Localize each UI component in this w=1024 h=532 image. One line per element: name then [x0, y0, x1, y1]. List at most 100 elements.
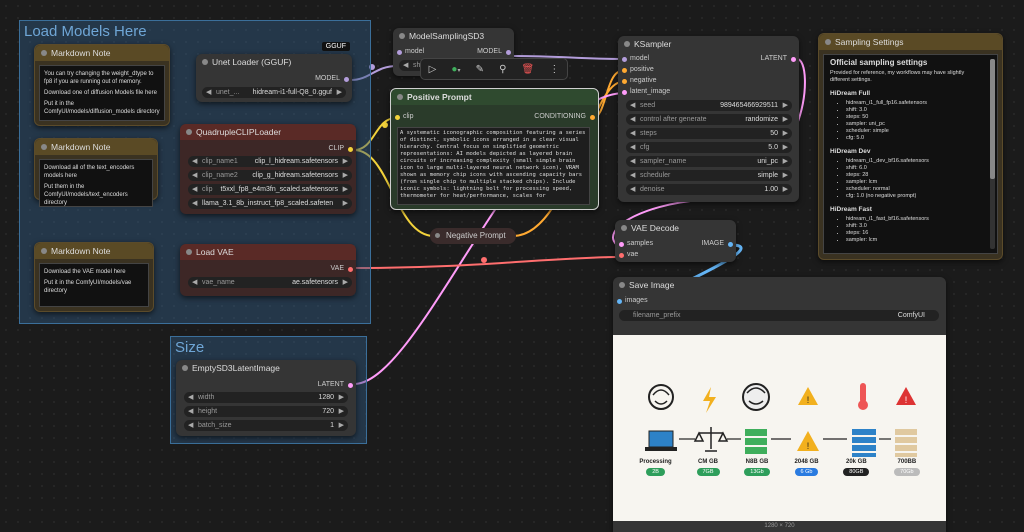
infographic-item: N8B GB 13Gb — [744, 459, 770, 476]
note-line: Put it in the ComfyUI/models/diffusion_m… — [44, 101, 160, 115]
quadruple-clip-loader-node[interactable]: QuadrupleCLIPLoader CLIP ◀ clip_name1 clip… — [180, 124, 356, 214]
model-output-label: MODEL — [315, 75, 340, 82]
clip-name3-select[interactable]: ◀ clip t5xxl_fp8_e4m3fn_scaled.safetensors… — [188, 184, 352, 195]
settings-list: hidream_i1_full_fp16.safetensorsshift: 3… — [830, 100, 985, 142]
node-title: Markdown Note — [35, 139, 157, 155]
height-input[interactable]: ◀ height 720 ▶ — [184, 406, 348, 417]
scrollbar-thumb[interactable] — [990, 59, 995, 179]
vae-output-slot[interactable] — [348, 267, 353, 272]
section-heading: HiDream Fast — [830, 206, 872, 213]
clip-input-slot[interactable] — [395, 115, 400, 120]
laptop-icon — [645, 430, 677, 451]
vae-input-slot[interactable] — [619, 253, 624, 258]
settings-list: hidream_i1_dev_bf16.safetensorsshift: 6.… — [830, 158, 985, 200]
positive-input-slot[interactable] — [622, 68, 627, 73]
delete-icon[interactable]: 🗑 — [522, 64, 535, 75]
scheduler-select[interactable]: ◀ scheduler simple ▶ — [626, 170, 792, 181]
note-body[interactable]: Download the VAE model here Put it in th… — [39, 263, 149, 307]
server-stack-icon — [895, 429, 917, 457]
unet-name-select[interactable]: ◀ unet_... hidream-i1-full-Q8_0.gguf ▶ — [202, 87, 346, 98]
output-image-preview[interactable]: ! ! ! Processing 2B CM GB 7GB N8B GB 13Gb 2… — [613, 335, 946, 521]
width-input[interactable]: ◀ width 1280 ▶ — [184, 392, 348, 403]
node-title: Negative Prompt — [446, 231, 506, 240]
vae-decode-node[interactable]: VAE Decode samples vae IMAGE — [615, 220, 736, 262]
markdown-note-node[interactable]: Markdown Note Download all of the text_e… — [34, 138, 158, 207]
latent-output-label: LATENT — [317, 381, 344, 388]
pin-icon[interactable]: ⚲ — [499, 64, 506, 75]
steps-input[interactable]: ◀ steps 50 ▶ — [626, 128, 792, 139]
note-line: Download one of diffusion Models file he… — [44, 90, 157, 96]
positive-prompt-node[interactable]: Positive Prompt clip CONDITIONING A syst… — [390, 88, 599, 210]
node-title: Positive Prompt — [391, 89, 598, 105]
unet-loader-node[interactable]: Unet Loader (GGUF) GGUF MODEL ◀ unet_...… — [196, 42, 352, 102]
image-output-slot[interactable] — [728, 242, 733, 247]
conditioning-output-slot[interactable] — [590, 115, 595, 120]
widget-label: vae_name — [202, 279, 235, 286]
widget-label: cfg — [640, 144, 650, 151]
filename-prefix-input[interactable]: filename_prefix ComfyUI — [619, 310, 939, 321]
play-icon[interactable]: ▷ — [429, 64, 437, 75]
model-input-label: model — [405, 48, 425, 55]
clip-name1-select[interactable]: ◀ clip_name1 clip_l_hidream.safetensors ▶ — [188, 156, 352, 167]
save-image-node[interactable]: Save Image images filename_prefix ComfyUI… — [613, 277, 946, 532]
note-body[interactable]: You can try changing the weight_dtype to… — [39, 65, 165, 121]
cfg-input[interactable]: ◀ cfg 5.0 ▶ — [626, 142, 792, 153]
sampler-name-select[interactable]: ◀ sampler_name uni_pc ▶ — [626, 156, 792, 167]
svg-text:!: ! — [807, 395, 810, 405]
load-vae-node[interactable]: Load VAE VAE ◀ vae_name ae.safetensors ▶ — [180, 244, 356, 296]
markdown-note-node[interactable]: Markdown Note Download the VAE model her… — [34, 242, 154, 312]
batch-size-input[interactable]: ◀ batch_size 1 ▶ — [184, 420, 348, 431]
group-title: Size — [175, 339, 205, 356]
widget-value: simple — [757, 172, 778, 179]
empty-latent-image-node[interactable]: EmptySD3LatentImage LATENT ◀ width 1280 ▶ ◀… — [176, 360, 356, 436]
denoise-input[interactable]: ◀ denoise 1.00 ▶ — [626, 184, 792, 195]
vae-name-select[interactable]: ◀ vae_name ae.safetensors ▶ — [188, 277, 352, 288]
clip-name4-select[interactable]: ◀ llama_3.1_8b_instruct_fp8_scaled.safete… — [188, 198, 352, 209]
latent-output-slot[interactable] — [791, 57, 796, 62]
seed-input[interactable]: ◀ seed 989465466929511 ▶ — [626, 100, 792, 111]
node-title: QuadrupleCLIPLoader — [180, 124, 356, 140]
more-icon[interactable]: ⋮ — [549, 64, 559, 75]
magic-wand-icon[interactable]: ✎ — [476, 64, 484, 75]
latent-output-slot[interactable] — [348, 383, 353, 388]
widget-label: steps — [640, 130, 657, 137]
negative-input-slot[interactable] — [622, 79, 627, 84]
images-input-slot[interactable] — [617, 299, 622, 304]
settings-heading: Official sampling settings — [830, 58, 928, 67]
collapse-icon[interactable] — [435, 233, 440, 238]
sampling-settings-note[interactable]: Sampling Settings Official sampling sett… — [818, 33, 1003, 260]
scrollbar[interactable] — [990, 59, 995, 249]
section-heading: HiDream Dev — [830, 148, 871, 155]
infographic-labels: Processing 2B CM GB 7GB N8B GB 13Gb 2048 GB… — [613, 459, 946, 476]
infographic-item: CM GB 7GB — [696, 459, 720, 476]
infographic-item: Processing 2B — [639, 459, 672, 476]
negative-prompt-node[interactable]: Negative Prompt — [430, 228, 516, 244]
input-label: images — [625, 297, 648, 304]
samples-input-slot[interactable] — [619, 242, 624, 247]
model-output-slot[interactable] — [344, 77, 349, 82]
settings-body[interactable]: Official sampling settings Provided for … — [823, 54, 998, 254]
clip-name2-select[interactable]: ◀ clip_name2 clip_g_hidream.safetensors ▶ — [188, 170, 352, 181]
widget-value: 5.0 — [768, 144, 778, 151]
model-output-slot[interactable] — [506, 50, 511, 55]
warning-icon: ! — [798, 387, 818, 405]
vae-output-label: VAE — [330, 265, 345, 272]
markdown-note-node[interactable]: Markdown Note You can try changing the w… — [34, 44, 170, 126]
model-input-slot[interactable] — [397, 50, 402, 55]
settings-intro: Provided for reference, my workflows may… — [830, 70, 965, 83]
arrow-right-icon[interactable]: ▶ — [337, 87, 342, 98]
note-body[interactable]: Download all of the text_encoders models… — [39, 159, 153, 207]
prompt-textarea[interactable]: A systematic iconographic composition fe… — [397, 127, 590, 205]
control-after-generate-select[interactable]: ◀ control after generate randomize ▶ — [626, 114, 792, 125]
node-title: Save Image — [613, 277, 946, 293]
scales-icon — [693, 427, 729, 452]
arrow-left-icon[interactable]: ◀ — [206, 87, 211, 98]
widget-value: uni_pc — [757, 158, 778, 165]
selection-toolbox[interactable]: ▷ ●▾ ✎ ⚲ 🗑 ⋮ — [420, 58, 568, 80]
model-input-slot[interactable] — [622, 57, 627, 62]
clip-output-slot[interactable] — [348, 147, 353, 152]
warning-icon: ! — [797, 431, 819, 451]
ksampler-node[interactable]: KSampler LATENT model positive negative … — [618, 36, 799, 202]
color-picker-icon[interactable]: ●▾ — [451, 64, 460, 75]
latent-image-input-slot[interactable] — [622, 90, 627, 95]
